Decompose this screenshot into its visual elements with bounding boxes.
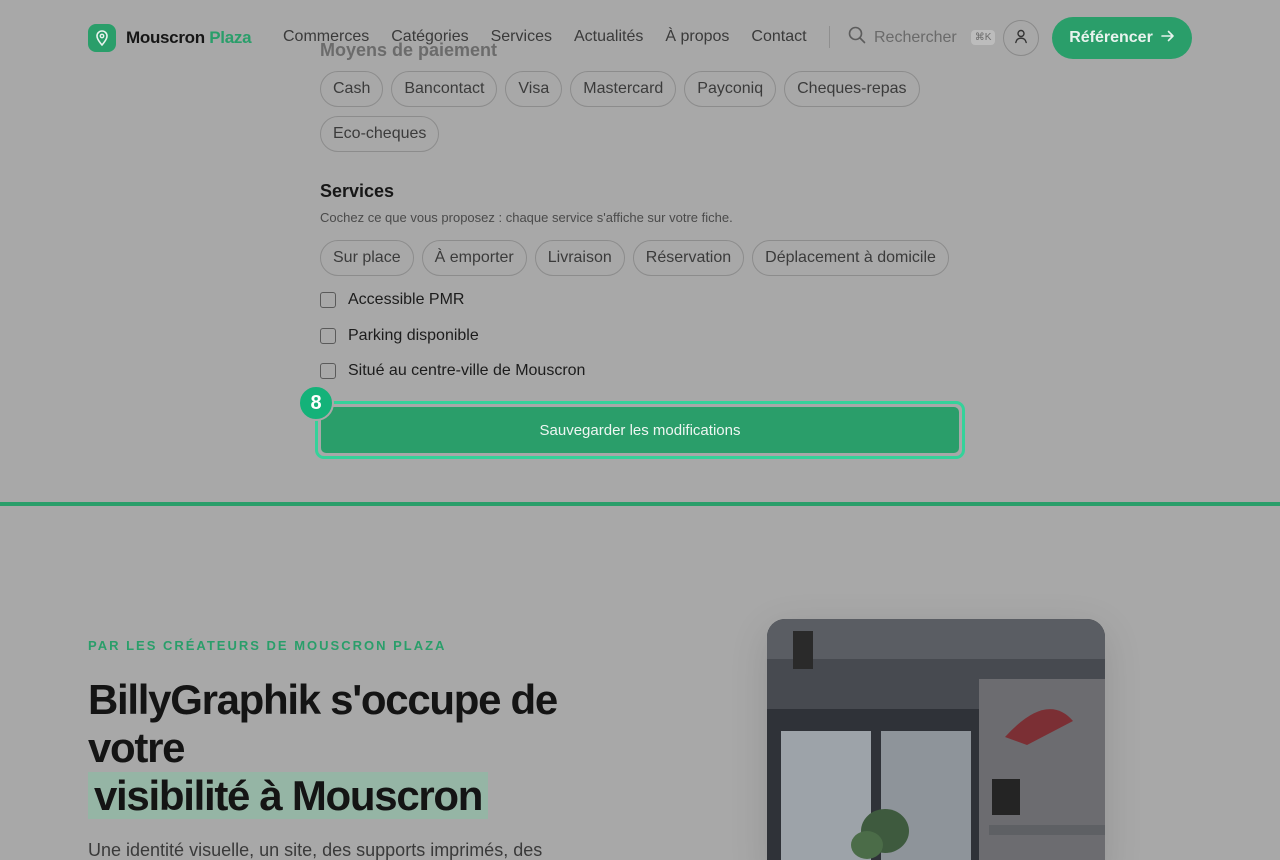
chip-service-reservation[interactable]: Réservation <box>632 240 745 276</box>
user-icon <box>1013 28 1029 49</box>
checkbox-box[interactable] <box>320 363 336 379</box>
chip-payment-visa[interactable]: Visa <box>505 71 563 107</box>
chip-service-livraison[interactable]: Livraison <box>534 240 625 276</box>
referencer-button[interactable]: Référencer <box>1052 17 1192 59</box>
checkbox-centre-ville[interactable]: Situé au centre-ville de Mouscron <box>320 361 585 381</box>
checkbox-box[interactable] <box>320 292 336 308</box>
chip-service-deplacement[interactable]: Déplacement à domicile <box>752 240 949 276</box>
section-divider <box>0 502 1280 506</box>
referencer-label: Référencer <box>1069 29 1153 46</box>
account-button[interactable] <box>1003 20 1039 56</box>
chip-payment-cheques-repas[interactable]: Cheques-repas <box>784 71 920 107</box>
services-title: Services <box>320 181 395 201</box>
checkbox-accessible-pmr[interactable]: Accessible PMR <box>320 290 585 310</box>
save-button[interactable]: Sauvegarder les modifications <box>321 407 959 453</box>
chip-service-a-emporter[interactable]: À emporter <box>421 240 527 276</box>
brand-logo[interactable]: Mouscron Plaza <box>88 24 252 52</box>
promo-eyebrow: PAR LES CRÉATEURS DE MOUSCRON PLAZA <box>88 638 447 653</box>
search-label: Rechercher <box>874 28 957 46</box>
checkbox-label: Parking disponible <box>348 326 479 344</box>
services-list: Sur place À emporter Livraison Réservati… <box>320 240 960 276</box>
nav-divider <box>829 26 830 48</box>
promo-headline: BillyGraphik s'occupe de votre visibilit… <box>88 676 608 820</box>
amenities-checklist: Accessible PMR Parking disponible Situé … <box>320 290 585 397</box>
promo-headline-highlight: visibilité à Mouscron <box>88 772 489 819</box>
tour-step-badge: 8 <box>298 385 334 421</box>
brand-name: Mouscron Plaza <box>126 28 252 47</box>
chip-payment-bancontact[interactable]: Bancontact <box>391 71 498 107</box>
services-hint: Cochez ce que vous proposez : chaque ser… <box>320 210 733 225</box>
checkbox-label: Situé au centre-ville de Mouscron <box>348 362 586 379</box>
search-icon <box>848 26 866 49</box>
payment-methods-list: Cash Bancontact Visa Mastercard Payconiq… <box>320 71 960 152</box>
site-header: Mouscron Plaza Commerces Catégories Serv… <box>0 0 1280 76</box>
save-button-highlight: Sauvegarder les modifications <box>315 401 965 459</box>
nav-commerces[interactable]: Commerces <box>283 28 369 46</box>
main-nav: Commerces Catégories Services Actualités… <box>283 28 807 46</box>
shop-photo <box>767 619 1105 860</box>
nav-actualites[interactable]: Actualités <box>574 28 643 46</box>
map-pin-icon <box>88 24 116 52</box>
search-trigger[interactable]: Rechercher ⌘K <box>848 26 996 49</box>
nav-categories[interactable]: Catégories <box>391 28 468 46</box>
chip-service-sur-place[interactable]: Sur place <box>320 240 414 276</box>
chip-payment-eco-cheques[interactable]: Eco-cheques <box>320 116 440 152</box>
checkbox-box[interactable] <box>320 327 336 344</box>
promo-lead: Une identité visuelle, un site, des supp… <box>88 840 543 860</box>
nav-contact[interactable]: Contact <box>751 28 806 46</box>
checkbox-parking[interactable]: Parking disponible <box>320 326 585 346</box>
checkbox-label: Accessible PMR <box>348 291 465 308</box>
chip-payment-mastercard[interactable]: Mastercard <box>570 71 677 107</box>
arrow-right-icon <box>1160 29 1175 47</box>
nav-a-propos[interactable]: À propos <box>665 28 729 46</box>
chip-payment-cash[interactable]: Cash <box>320 71 384 107</box>
chip-payment-payconiq[interactable]: Payconiq <box>684 71 777 107</box>
nav-services[interactable]: Services <box>491 28 552 46</box>
search-shortcut: ⌘K <box>970 30 996 45</box>
promo-headline-text: BillyGraphik s'occupe de votre <box>88 676 558 771</box>
